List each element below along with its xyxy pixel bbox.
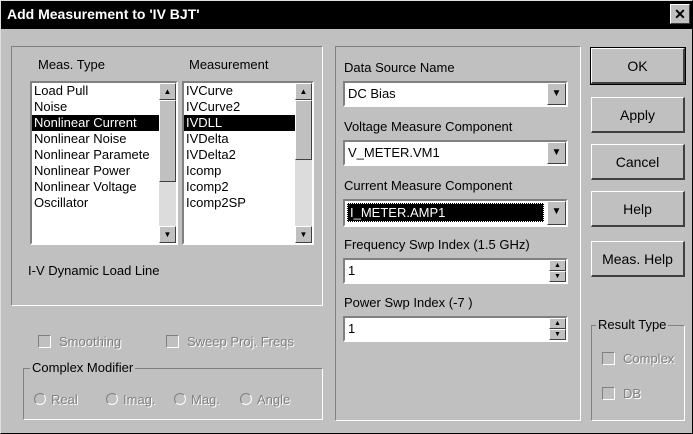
current-component-value: I_METER.AMP1 xyxy=(347,203,544,222)
meas-type-list-item[interactable]: Nonlinear Voltage xyxy=(32,179,176,195)
radio-icon xyxy=(34,393,46,405)
smoothing-checkbox[interactable]: Smoothing xyxy=(38,334,121,349)
meas-type-list[interactable]: Load Pull Noise Nonlinear Current Nonlinear… xyxy=(30,81,178,245)
radio-imag[interactable]: Imag. xyxy=(106,392,156,407)
scroll-down-icon[interactable]: ▼ xyxy=(295,226,312,243)
scroll-up-icon[interactable]: ▲ xyxy=(295,83,312,100)
scroll-down-icon[interactable]: ▼ xyxy=(159,226,176,243)
db-checkbox[interactable]: DB xyxy=(602,386,641,401)
checkbox-icon xyxy=(602,352,615,365)
meas-type-list-item[interactable]: Nonlinear Power xyxy=(32,163,176,179)
dropdown-arrow-icon[interactable]: ▼ xyxy=(547,142,566,164)
cancel-button[interactable]: Cancel xyxy=(591,144,685,180)
data-source-select[interactable]: DC Bias ▼ xyxy=(343,81,568,107)
meas-type-items: Load Pull Noise Nonlinear Current Nonlinear… xyxy=(32,83,176,211)
db-label: DB xyxy=(623,386,642,401)
dropdown-arrow-icon[interactable]: ▼ xyxy=(547,201,566,225)
freq-swp-value: 1 xyxy=(348,263,356,278)
sweep-proj-freqs-label: Sweep Proj. Freqs xyxy=(187,334,294,349)
scroll-thumb[interactable] xyxy=(295,100,312,160)
smoothing-label: Smoothing xyxy=(59,334,122,349)
complex-modifier-legend: Complex Modifier xyxy=(30,360,136,375)
voltage-component-label: Voltage Measure Component xyxy=(344,119,513,134)
complex-label: Complex xyxy=(623,351,675,366)
data-source-label: Data Source Name xyxy=(344,60,455,75)
complex-checkbox[interactable]: Complex xyxy=(602,351,674,366)
ok-button[interactable]: OK xyxy=(590,47,686,85)
measurement-items: IVCurve IVCurve2 IVDLL IVDelta IVDelta2 Icomp… xyxy=(184,83,312,211)
checkbox-icon xyxy=(166,335,179,348)
result-type-legend: Result Type xyxy=(596,317,669,332)
measurement-list-item[interactable]: IVCurve xyxy=(184,83,312,99)
measurement-list[interactable]: IVCurve IVCurve2 IVDLL IVDelta IVDelta2 Icomp… xyxy=(182,81,314,245)
current-component-label: Current Measure Component xyxy=(344,178,513,193)
dialog-title: Add Measurement to 'IV BJT' xyxy=(7,6,200,22)
voltage-component-select[interactable]: V_METER.VM1 ▼ xyxy=(343,140,568,166)
close-icon: ✕ xyxy=(674,6,686,22)
result-type-group: Result Type xyxy=(591,317,685,421)
measurement-list-item[interactable]: IVDLL xyxy=(184,115,312,131)
power-swp-stepper[interactable]: 1 ▲ ▼ xyxy=(343,316,568,342)
measurement-description: I-V Dynamic Load Line xyxy=(28,263,160,278)
meas-type-list-item[interactable]: Load Pull xyxy=(32,83,176,99)
measurement-list-item[interactable]: IVDelta2 xyxy=(184,147,312,163)
radio-mag-label: Mag. xyxy=(191,392,220,407)
title-bar: Add Measurement to 'IV BJT' ✕ xyxy=(1,1,692,29)
spin-down-icon[interactable]: ▼ xyxy=(549,329,566,340)
scroll-up-icon[interactable]: ▲ xyxy=(159,83,176,100)
spin-up-icon[interactable]: ▲ xyxy=(549,318,566,329)
spin-up-icon[interactable]: ▲ xyxy=(549,260,566,271)
spin-down-icon[interactable]: ▼ xyxy=(549,271,566,282)
measurement-list-item[interactable]: Icomp xyxy=(184,163,312,179)
add-measurement-dialog: Add Measurement to 'IV BJT' ✕ Meas. Type… xyxy=(0,0,693,434)
dropdown-arrow-icon[interactable]: ▼ xyxy=(547,83,566,105)
meas-type-list-item[interactable]: Oscillator xyxy=(32,195,176,211)
meas-type-list-item[interactable]: Noise xyxy=(32,99,176,115)
radio-mag[interactable]: Mag. xyxy=(174,392,220,407)
measurement-list-item[interactable]: IVCurve2 xyxy=(184,99,312,115)
freq-swp-stepper[interactable]: 1 ▲ ▼ xyxy=(343,258,568,284)
radio-real[interactable]: Real xyxy=(34,392,78,407)
radio-real-label: Real xyxy=(51,392,78,407)
close-button[interactable]: ✕ xyxy=(670,4,690,24)
meas-type-list-item[interactable]: Nonlinear Noise xyxy=(32,131,176,147)
scroll-thumb[interactable] xyxy=(159,100,176,182)
data-source-value: DC Bias xyxy=(348,86,396,101)
apply-button[interactable]: Apply xyxy=(591,97,685,133)
measurement-label: Measurement xyxy=(189,57,269,72)
measurement-list-item[interactable]: IVDelta xyxy=(184,131,312,147)
meas-type-list-item[interactable]: Nonlinear Paramete xyxy=(32,147,176,163)
radio-icon xyxy=(106,393,118,405)
measurement-list-item[interactable]: Icomp2 xyxy=(184,179,312,195)
power-swp-value: 1 xyxy=(348,321,356,336)
meas-help-button[interactable]: Meas. Help xyxy=(591,241,685,277)
measurement-list-item[interactable]: Icomp2SP xyxy=(184,195,312,211)
radio-imag-label: Imag. xyxy=(123,392,156,407)
meas-type-list-item[interactable]: Nonlinear Current xyxy=(32,115,176,131)
radio-icon xyxy=(240,393,252,405)
help-button[interactable]: Help xyxy=(591,191,685,227)
checkbox-icon xyxy=(602,387,615,400)
radio-angle-label: Angle xyxy=(257,392,291,407)
meas-type-scrollbar[interactable]: ▲ ▼ xyxy=(159,83,176,243)
measurement-scrollbar[interactable]: ▲ ▼ xyxy=(295,83,312,243)
radio-angle[interactable]: Angle xyxy=(240,392,290,407)
current-component-select[interactable]: I_METER.AMP1 ▼ xyxy=(343,199,568,227)
radio-icon xyxy=(174,393,186,405)
checkbox-icon xyxy=(38,335,51,348)
voltage-component-value: V_METER.VM1 xyxy=(348,145,440,160)
power-swp-label: Power Swp Index (-7 ) xyxy=(344,295,473,310)
meas-type-label: Meas. Type xyxy=(38,57,105,72)
freq-swp-label: Frequency Swp Index (1.5 GHz) xyxy=(344,237,530,252)
sweep-proj-freqs-checkbox[interactable]: Sweep Proj. Freqs xyxy=(166,334,294,349)
